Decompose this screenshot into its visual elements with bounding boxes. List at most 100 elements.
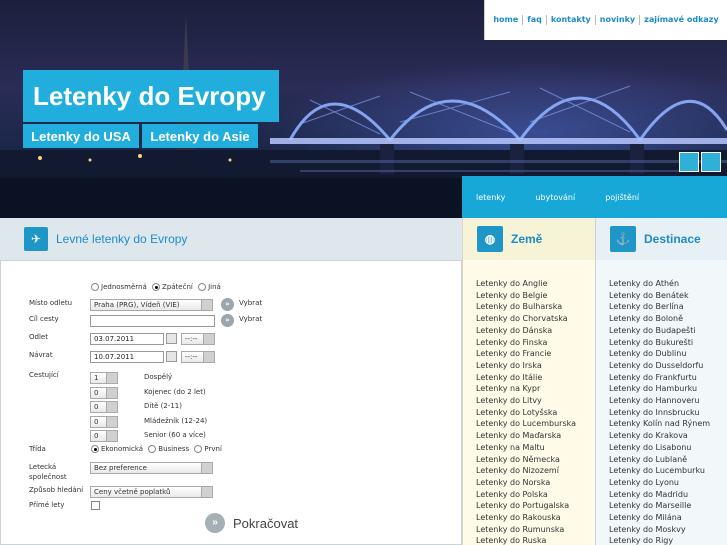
country-link[interactable]: Letenky do Německa [476, 454, 595, 466]
destination-link[interactable]: Letenky do Lucemburku [609, 465, 727, 477]
destination-link[interactable]: Letenky do Frankfurtu [609, 372, 727, 384]
business-radio[interactable] [148, 445, 157, 453]
nav-news-link[interactable]: novinky [594, 15, 639, 25]
airline-select[interactable]: Bez preference [90, 462, 213, 474]
country-link[interactable]: Letenky na Kypr [476, 383, 595, 395]
country-link[interactable]: Letenky do Bulharska [476, 301, 595, 313]
direct-checkbox[interactable] [91, 501, 100, 510]
calendar-icon[interactable] [166, 333, 177, 344]
airline-label-line1: Letecká [29, 463, 57, 471]
country-link[interactable]: Letenky do Francie [476, 348, 595, 360]
subnav-accommodation[interactable]: ubytování [535, 193, 575, 202]
country-link[interactable]: Letenky do Rakouska [476, 512, 595, 524]
country-link[interactable]: Letenky do Anglie [476, 278, 595, 290]
destination-link[interactable]: Letenky do Lyonu [609, 477, 727, 489]
thumbnail-1[interactable] [679, 152, 699, 172]
choose-to-icon[interactable]: » [221, 314, 234, 327]
globe-icon: ◍ [477, 226, 503, 252]
destination-link[interactable]: Letenky do Hamburku [609, 383, 727, 395]
passenger-count-select[interactable]: 1 [90, 372, 118, 384]
countries-list: Letenky do Anglie Letenky do Belgie Letenk… [462, 260, 595, 545]
nav-faq-link[interactable]: faq [522, 15, 546, 25]
country-link[interactable]: Letenky do Litvy [476, 395, 595, 407]
destination-link[interactable]: Letenky do Bukurešti [609, 337, 727, 349]
country-link[interactable]: Letenky do Portugalska [476, 500, 595, 512]
destinations-title: Destinace [644, 232, 701, 246]
passenger-count-select[interactable]: 0 [90, 415, 118, 428]
nav-links-link[interactable]: zajímavé odkazy [639, 15, 723, 25]
destination-link[interactable]: Letenky do Lublaně [609, 454, 727, 466]
destinations-header: ⚓ Destinace [595, 218, 727, 260]
image-switcher [679, 152, 721, 172]
destination-link[interactable]: Letenky do Milána [609, 512, 727, 524]
country-link[interactable]: Letenky do Norska [476, 477, 595, 489]
destination-link[interactable]: Letenky do Rigy [609, 535, 727, 545]
destination-link[interactable]: Letenky do Lisabonu [609, 442, 727, 454]
return-time-select[interactable]: --:-- [181, 351, 215, 363]
passenger-count-select[interactable]: 0 [90, 430, 118, 442]
destination-link[interactable]: Letenky do Krakova [609, 430, 727, 442]
destination-link[interactable]: Letenky do Benátek [609, 290, 727, 302]
airline-label-line2: společnost [29, 473, 67, 481]
subnav-insurance[interactable]: pojištění [605, 193, 639, 202]
continue-button[interactable]: » Pokračovat [205, 513, 298, 533]
destination-link[interactable]: Letenky do Hannoveru [609, 395, 727, 407]
oneway-radio[interactable] [91, 283, 99, 291]
destination-link[interactable]: Letenky do Berlína [609, 301, 727, 313]
country-link[interactable]: Letenky do Itálie [476, 372, 595, 384]
country-link[interactable]: Letenky do Ruska [476, 535, 595, 545]
passenger-count-select[interactable]: 0 [90, 386, 118, 399]
boat-icon: ⚓ [610, 226, 636, 252]
passenger-type-label: Mládežník (12-24) [144, 416, 208, 425]
country-link[interactable]: Letenky do Nizozemí [476, 465, 595, 477]
country-link[interactable]: Letenky do Polska [476, 489, 595, 501]
destination-link[interactable]: Letenky do Madridu [609, 489, 727, 501]
choose-from-link[interactable]: Vybrat [239, 299, 262, 307]
country-link[interactable]: Letenky do Belgie [476, 290, 595, 302]
to-input[interactable] [90, 315, 215, 327]
destination-link[interactable]: Letenky do Marseille [609, 500, 727, 512]
economy-radio[interactable] [91, 445, 99, 453]
depart-time-select[interactable]: --:-- [181, 333, 215, 345]
country-link[interactable]: Letenky do Rumunska [476, 524, 595, 536]
passenger-type-label: Dospělý [144, 373, 173, 381]
passenger-count-select[interactable]: 0 [90, 401, 118, 413]
depart-date-input[interactable]: 03.07.2011 [90, 333, 164, 345]
choose-from-icon[interactable]: » [221, 298, 234, 311]
other-radio[interactable] [198, 283, 207, 291]
thumbnail-2[interactable] [701, 152, 721, 172]
nav-contacts-link[interactable]: kontakty [545, 15, 595, 25]
from-select[interactable]: Praha (PRG), Vídeň (VIE) [90, 299, 213, 311]
destination-link[interactable]: Letenky do Dublinu [609, 348, 727, 360]
depart-time-value: --:-- [185, 335, 198, 343]
destination-link[interactable]: Letenky Kolín nad Rýnem [609, 418, 727, 430]
country-link[interactable]: Letenky do Chorvatska [476, 313, 595, 325]
destination-link[interactable]: Letenky do Budapešti [609, 325, 727, 337]
continue-label: Pokračovat [233, 515, 299, 531]
country-link[interactable]: Letenky do Lucemburska [476, 418, 595, 430]
passenger-count-value: 0 [94, 403, 99, 411]
passenger-count-value: 1 [94, 374, 99, 382]
country-link[interactable]: Letenky do Irska [476, 360, 595, 372]
destination-link[interactable]: Letenky do Innsbrucku [609, 407, 727, 419]
usa-flights-link[interactable]: Letenky do USA [23, 124, 139, 148]
country-link[interactable]: Letenky do Maďarska [476, 430, 595, 442]
nav-home-link[interactable]: home [489, 15, 522, 25]
destination-link[interactable]: Letenky do Moskvy [609, 524, 727, 536]
destination-link[interactable]: Letenky do Boloně [609, 313, 727, 325]
return-date-input[interactable]: 10.07.2011 [90, 351, 164, 363]
choose-to-link[interactable]: Vybrat [239, 315, 262, 323]
destination-link[interactable]: Letenky do Athén [609, 278, 727, 290]
destination-link[interactable]: Letenky do Dusseldorfu [609, 360, 727, 372]
return-radio[interactable] [152, 283, 161, 291]
country-link[interactable]: Letenky na Maltu [476, 442, 595, 454]
asia-flights-link[interactable]: Letenky do Asie [142, 124, 258, 148]
calendar-icon[interactable] [166, 351, 177, 362]
country-link[interactable]: Letenky do Finska [476, 337, 595, 349]
subnav-flights[interactable]: letenky [476, 193, 505, 202]
country-link[interactable]: Letenky do Lotyšska [476, 407, 595, 419]
site-title[interactable]: Letenky do Evropy [23, 70, 279, 122]
country-link[interactable]: Letenky do Dánska [476, 325, 595, 337]
first-radio[interactable] [194, 445, 203, 453]
search-mode-select[interactable]: Ceny včetně poplatků [90, 486, 213, 498]
